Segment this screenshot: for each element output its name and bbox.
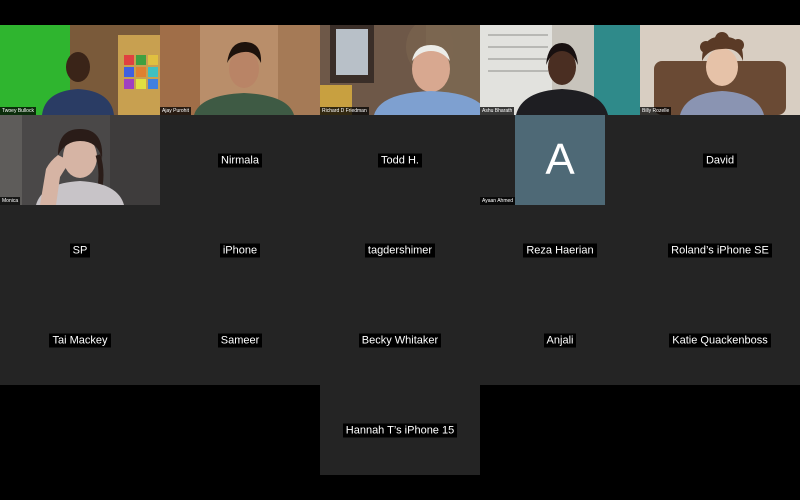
participant-tile[interactable]: David bbox=[640, 115, 800, 205]
avatar-initial: A bbox=[545, 135, 575, 184]
participant-name-label: Ashu Bharath bbox=[480, 107, 515, 115]
participant-tile[interactable]: Anjali bbox=[480, 295, 640, 385]
participant-tile[interactable]: Nirmala bbox=[160, 115, 320, 205]
participant-name-label: tagdershimer bbox=[364, 243, 436, 258]
participant-name-label: Becky Whitaker bbox=[358, 333, 442, 348]
participant-name-label: Monica bbox=[0, 197, 21, 205]
participant-name-label: Ayaan Ahmed bbox=[480, 197, 516, 205]
participant-name-label: Richard D Friedman bbox=[320, 107, 369, 115]
participant-name-label: Roland’s iPhone SE bbox=[668, 243, 772, 258]
participant-video bbox=[160, 25, 320, 115]
participant-name-label: iPhone bbox=[219, 243, 261, 258]
participant-name-label: Katie Quackenboss bbox=[669, 333, 771, 348]
participant-name-label: Ajay Purohit bbox=[160, 107, 191, 115]
participant-video bbox=[0, 115, 160, 205]
participant-tile[interactable]: iPhone bbox=[160, 205, 320, 295]
video-tile[interactable]: Twoey Bullock bbox=[0, 25, 160, 115]
participant-name-label: Twoey Bullock bbox=[0, 107, 36, 115]
participant-tile[interactable]: Hannah T’s iPhone 15 bbox=[320, 385, 480, 475]
video-tile[interactable]: Ajay Purohit bbox=[160, 25, 320, 115]
participant-video bbox=[320, 25, 480, 115]
video-tile[interactable]: Ashu Bharath bbox=[480, 25, 640, 115]
participant-tile[interactable]: Tai Mackey bbox=[0, 295, 160, 385]
participant-tile[interactable]: Todd H. bbox=[320, 115, 480, 205]
participant-name-label: Tai Mackey bbox=[49, 333, 111, 348]
participant-name-label: SP bbox=[69, 243, 91, 258]
participant-name-label: Hannah T’s iPhone 15 bbox=[342, 423, 458, 438]
participant-name-label: Sameer bbox=[217, 333, 263, 348]
participant-name-label: Anjali bbox=[543, 333, 577, 348]
participant-name-label: Reza Haerian bbox=[523, 243, 597, 258]
participant-name-label: Todd H. bbox=[378, 153, 422, 168]
participant-video bbox=[0, 25, 160, 115]
video-tile[interactable]: Billy Rozelle bbox=[640, 25, 800, 115]
participant-name-label: Nirmala bbox=[218, 153, 262, 168]
video-tile[interactable]: Richard D Friedman bbox=[320, 25, 480, 115]
participant-tile[interactable]: SP bbox=[0, 205, 160, 295]
participant-tile[interactable]: Sameer bbox=[160, 295, 320, 385]
participant-name-label: David bbox=[702, 153, 738, 168]
participant-video bbox=[480, 25, 640, 115]
avatar: A bbox=[515, 115, 605, 205]
gallery-view: Twoey Bullock Ajay Purohit Richard D Fri… bbox=[0, 0, 800, 500]
participant-tile[interactable]: Reza Haerian bbox=[480, 205, 640, 295]
video-tile[interactable]: Monica bbox=[0, 115, 160, 205]
participant-name-label: Billy Rozelle bbox=[640, 107, 672, 115]
participant-tile[interactable]: Katie Quackenboss bbox=[640, 295, 800, 385]
participant-tile[interactable]: tagdershimer bbox=[320, 205, 480, 295]
participant-tile[interactable]: Becky Whitaker bbox=[320, 295, 480, 385]
participant-tile[interactable]: Roland’s iPhone SE bbox=[640, 205, 800, 295]
participant-video bbox=[640, 25, 800, 115]
